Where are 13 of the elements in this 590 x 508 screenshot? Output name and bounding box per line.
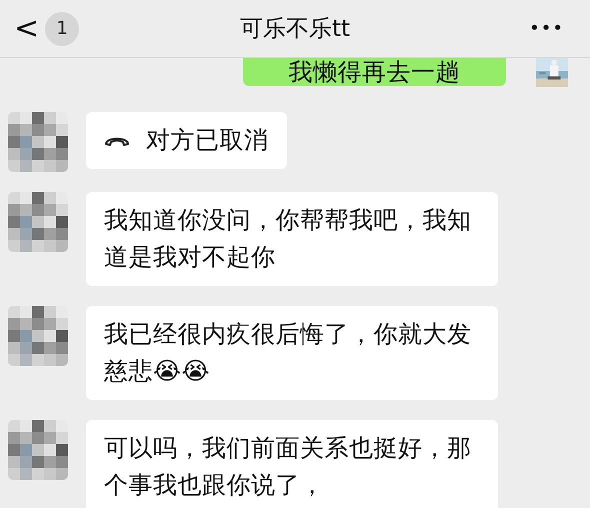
chat-title: 可乐不乐tt [240, 15, 350, 44]
message-text: 对方已取消 [146, 125, 268, 156]
avatar [8, 192, 68, 252]
avatar [8, 112, 68, 172]
unread-badge: 1 [45, 12, 80, 46]
avatar [8, 306, 68, 366]
avatar [8, 420, 68, 480]
more-button[interactable]: ••• [529, 18, 564, 39]
back-button[interactable]: < [14, 14, 40, 44]
message-text: 我知道你没问，你帮帮我吧，我知道是我对不起你 [104, 205, 472, 273]
message-text: 我懒得再去一趟 [288, 58, 460, 86]
message-text: 我已经很内疚很后悔了，你就大发慈悲😭😭 [104, 319, 472, 387]
message-text: 可以吗，我们前面关系也挺好，那个事我也跟你说了， [104, 433, 472, 501]
